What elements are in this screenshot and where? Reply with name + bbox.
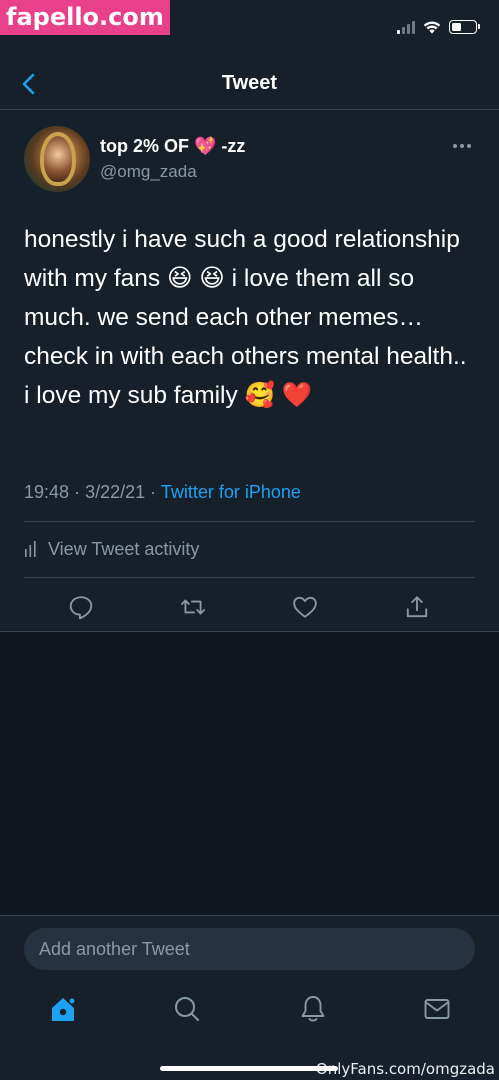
mail-icon[interactable] xyxy=(422,994,452,1024)
tweet-time: 19:48 xyxy=(24,482,70,502)
status-bar xyxy=(397,20,480,34)
empty-replies-area xyxy=(0,632,499,915)
page-title: Tweet xyxy=(221,72,278,94)
divider xyxy=(24,521,475,522)
site-watermark: fapello.com xyxy=(0,0,170,35)
tweet-date: 3/22/21 xyxy=(85,482,146,502)
tweet-text: honestly i have such a good relationship… xyxy=(24,226,467,409)
tweet-actions xyxy=(0,588,499,624)
view-tweet-activity-link[interactable]: View Tweet activity xyxy=(24,535,199,563)
add-another-tweet-input[interactable]: Add another Tweet xyxy=(24,928,475,970)
cellular-signal-icon xyxy=(397,20,415,34)
meta-separator: · xyxy=(74,482,81,502)
reply-placeholder: Add another Tweet xyxy=(39,938,190,959)
author-display-name[interactable]: top 2% OF 💖 -zz xyxy=(100,136,245,157)
bell-icon[interactable] xyxy=(298,994,328,1024)
activity-bars-icon xyxy=(25,541,36,557)
heart-icon[interactable] xyxy=(292,594,318,620)
home-indicator[interactable] xyxy=(160,1066,338,1071)
more-options-icon[interactable] xyxy=(453,142,473,150)
onlyfans-watermark: OnlyFans.com/omgzada xyxy=(315,1060,495,1078)
author-handle[interactable]: @omg_zada xyxy=(100,162,197,182)
battery-icon xyxy=(449,20,480,34)
tab-bar xyxy=(0,988,499,1038)
share-icon[interactable] xyxy=(404,594,430,620)
chevron-left-icon[interactable] xyxy=(18,72,40,96)
tweet-meta: 19:48 · 3/22/21 · Twitter for iPhone xyxy=(24,482,301,503)
nav-bar: Tweet xyxy=(0,58,499,110)
reply-icon[interactable] xyxy=(68,594,94,620)
avatar[interactable] xyxy=(24,126,90,192)
divider xyxy=(0,915,499,916)
home-icon[interactable] xyxy=(48,994,78,1024)
activity-label: View Tweet activity xyxy=(48,538,200,559)
divider xyxy=(24,577,475,578)
retweet-icon[interactable] xyxy=(180,594,206,620)
wifi-icon xyxy=(423,21,441,34)
tweet-source-link[interactable]: Twitter for iPhone xyxy=(161,482,301,502)
meta-separator: · xyxy=(150,482,157,502)
search-icon[interactable] xyxy=(172,994,202,1024)
tweet-author: top 2% OF 💖 -zz @omg_zada xyxy=(24,126,475,192)
